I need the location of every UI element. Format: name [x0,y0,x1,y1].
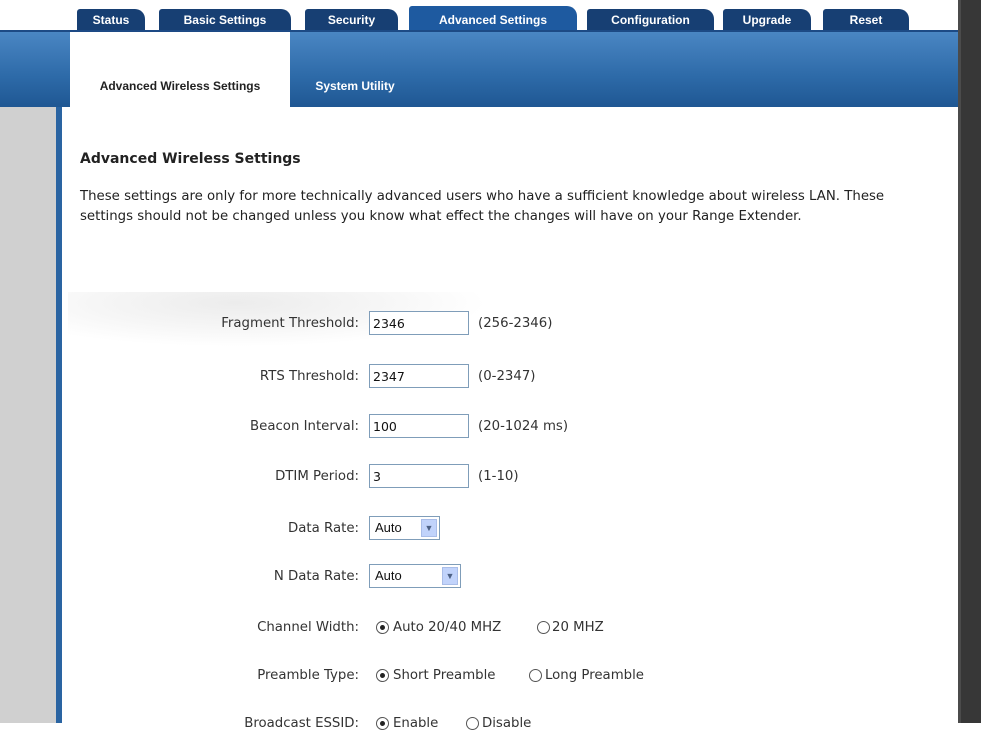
tab-upgrade[interactable]: Upgrade [723,9,811,32]
broadcast-disable-radio[interactable] [466,717,479,730]
rts-threshold-label: RTS Threshold: [259,369,359,384]
beacon-interval-label: Beacon Interval: [250,419,359,434]
fragment-threshold-row: Fragment Threshold: (256-2346) [62,311,958,337]
tab-reset[interactable]: Reset [823,9,909,32]
n-data-rate-select[interactable]: Auto ▼ [369,564,461,588]
rts-threshold-row: RTS Threshold: (0-2347) [62,364,958,390]
tab-advanced-settings[interactable]: Advanced Settings [409,6,577,32]
n-data-rate-label: N Data Rate: [273,569,359,584]
chevron-down-icon[interactable]: ▼ [421,519,437,537]
beacon-interval-range: (20-1024 ms) [478,419,569,434]
beacon-interval-row: Beacon Interval: (20-1024 ms) [62,414,958,440]
broadcast-enable-label[interactable]: Enable [393,711,438,737]
preamble-short-label[interactable]: Short Preamble [393,663,495,689]
broadcast-disable-label[interactable]: Disable [482,711,531,737]
dtim-period-row: DTIM Period: (1-10) [62,464,958,490]
dtim-period-label: DTIM Period: [275,469,359,484]
subtab-system-utility[interactable]: System Utility [300,32,410,107]
data-rate-row: Data Rate: Auto ▼ [62,516,958,542]
data-rate-label: Data Rate: [288,521,359,536]
beacon-interval-input[interactable] [369,414,469,438]
tab-status[interactable]: Status [77,9,145,32]
channel-width-20-radio[interactable] [537,621,550,634]
rts-threshold-input[interactable] [369,364,469,388]
broadcast-essid-row: Broadcast ESSID: Enable Disable [62,711,958,737]
fragment-threshold-input[interactable] [369,311,469,335]
dtim-period-input[interactable] [369,464,469,488]
top-tab-strip: Status Basic Settings Security Advanced … [0,0,958,32]
subtab-advanced-wireless-settings[interactable]: Advanced Wireless Settings [70,32,290,107]
rts-threshold-range: (0-2347) [478,369,536,384]
tab-security[interactable]: Security [305,9,398,32]
page-title: Advanced Wireless Settings [80,151,301,167]
n-data-rate-value: Auto [375,568,402,583]
chevron-down-icon[interactable]: ▼ [442,567,458,585]
preamble-type-row: Preamble Type: Short Preamble Long Pream… [62,663,958,689]
data-rate-value: Auto [375,520,402,535]
fragment-threshold-label: Fragment Threshold: [221,316,359,331]
broadcast-enable-radio[interactable] [376,717,389,730]
preamble-type-label: Preamble Type: [257,668,359,683]
broadcast-essid-label: Broadcast ESSID: [244,716,359,731]
preamble-long-radio[interactable] [529,669,542,682]
channel-width-auto-radio[interactable] [376,621,389,634]
channel-width-20-label[interactable]: 20 MHZ [552,615,604,641]
channel-width-auto-label[interactable]: Auto 20/40 MHZ [393,615,501,641]
data-rate-select[interactable]: Auto ▼ [369,516,440,540]
fragment-threshold-range: (256-2346) [478,316,553,331]
right-bar-edge [958,0,961,723]
page-description: These settings are only for more technic… [80,189,885,224]
right-bar [958,0,981,723]
tab-basic-settings[interactable]: Basic Settings [159,9,291,32]
tab-configuration[interactable]: Configuration [587,9,714,32]
n-data-rate-row: N Data Rate: Auto ▼ [62,564,958,590]
channel-width-row: Channel Width: Auto 20/40 MHZ 20 MHZ [62,615,958,641]
content-area: Advanced Wireless Settings These setting… [62,107,958,731]
left-panel [0,107,56,723]
preamble-long-label[interactable]: Long Preamble [545,663,644,689]
preamble-short-radio[interactable] [376,669,389,682]
channel-width-label: Channel Width: [257,620,359,635]
dtim-period-range: (1-10) [478,469,519,484]
